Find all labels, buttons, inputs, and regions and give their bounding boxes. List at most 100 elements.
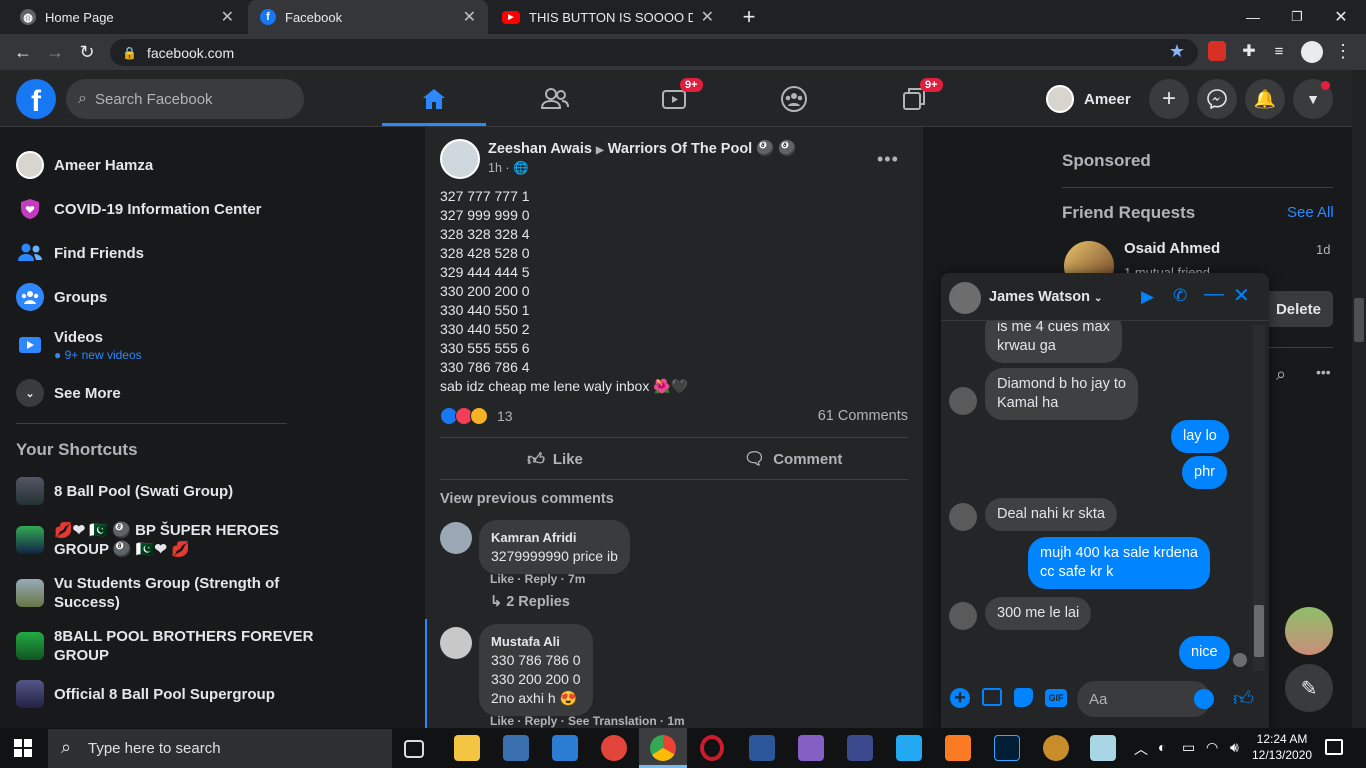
gif-icon[interactable]: GIF [1045,689,1067,707]
shortcut-item[interactable]: Official 8 Ball Pool Supergroup [16,679,275,709]
close-tab-icon[interactable]: ✕ [221,7,234,27]
shortcut-item[interactable]: 8 Ball Pool (Swati Group) [16,476,233,506]
view-replies[interactable]: ↳ 2 Replies [490,594,570,610]
messenger-button[interactable] [1197,79,1237,119]
reload-icon[interactable]: ↻ [74,39,100,65]
photo-icon[interactable] [982,688,1002,706]
sidebar-see-more[interactable]: ⌄ See More [16,378,121,408]
file-explorer-icon[interactable] [454,735,480,761]
opera-icon[interactable] [700,735,724,761]
post-author[interactable]: Zeeshan Awais [488,141,592,157]
tab-facebook[interactable]: f Facebook ✕ [248,0,488,34]
sidebar-item-covid[interactable]: COVID-19 Information Center [16,194,262,224]
like-button[interactable]: 👍︎ Like [440,441,670,477]
app-icon[interactable] [1090,735,1116,761]
avatar[interactable] [440,522,472,554]
extensions-puzzle-icon[interactable]: ✚ [1238,40,1260,62]
view-previous-comments[interactable]: View previous comments [440,491,614,507]
photoshop-icon[interactable] [994,735,1020,761]
nav-friends[interactable] [503,72,607,126]
store-icon[interactable] [503,735,529,761]
page-scrollbar-thumb[interactable] [1354,298,1364,342]
chat-head-avatar[interactable] [1285,607,1333,655]
message-input[interactable]: Aa [1077,681,1211,717]
tab-home-page[interactable]: ◍ Home Page ✕ [8,0,246,34]
create-button[interactable]: + [1149,79,1189,119]
emoji-icon[interactable] [1194,689,1214,709]
vscode-icon[interactable] [896,735,922,761]
back-icon[interactable]: ← [10,39,36,65]
tray-app-icon[interactable]: ◐ [1158,739,1166,755]
app-icon[interactable] [601,735,627,761]
shortcut-item[interactable]: 8BALL POOL BROTHERS FOREVER GROUP [16,626,313,666]
shortcut-item[interactable]: 💋❤ 🇵🇰 🎱 BP ŠUPER HEROES GROUP 🎱 🇵🇰❤ 💋 [16,520,279,560]
nav-home[interactable] [382,72,486,126]
sidebar-item-profile[interactable]: Ameer Hamza [16,150,153,180]
chrome-icon[interactable] [650,735,676,761]
taskbar-clock[interactable]: 12:24 AM 12/13/2020 [1252,731,1312,763]
restore-window-icon[interactable]: ❐ [1284,4,1310,30]
contacts-options-icon[interactable]: ••• [1316,364,1331,380]
comment-actions[interactable]: Like · Reply · See Translation · 1m [490,714,685,728]
sticker-icon[interactable] [1014,688,1033,707]
phone-call-icon[interactable]: ✆ [1173,286,1187,306]
search-input[interactable]: ⌕ Search Facebook [66,79,304,119]
sidebar-item-groups[interactable]: Groups [16,282,107,312]
tray-expand-icon[interactable]: ︿ [1134,739,1148,759]
close-tab-icon[interactable]: ✕ [463,7,476,27]
see-all-link[interactable]: See All [1287,204,1334,221]
post-timestamp[interactable]: 1h · 🌐 [488,161,529,176]
more-actions-icon[interactable]: + [950,687,970,709]
volume-icon[interactable]: 🔊︎ [1230,739,1239,756]
chrome-menu-icon[interactable]: ⋮ [1332,40,1354,62]
bookmark-star-icon[interactable]: ★ [1166,40,1188,62]
wifi-icon[interactable]: ◠ [1206,739,1218,756]
video-call-icon[interactable]: ▶ [1141,287,1154,307]
xampp-icon[interactable] [945,735,971,761]
page-scrollbar[interactable] [1352,70,1366,728]
comment-button[interactable]: 🗨︎ Comment [678,441,908,477]
comment-count[interactable]: 61 Comments [818,408,908,424]
dev-cpp-icon[interactable] [847,735,873,761]
post-group[interactable]: Warriors Of The Pool 🎱 🎱 [608,141,797,157]
nav-gaming[interactable]: 9+ [862,72,966,126]
game-icon[interactable] [1043,735,1069,761]
nav-groups[interactable] [742,72,846,126]
windows-start-icon[interactable] [14,739,32,757]
sidebar-item-videos[interactable]: Videos ● 9+ new videos [16,325,142,365]
notifications-button[interactable]: 🔔 [1245,79,1285,119]
battery-icon[interactable]: ▭ [1182,739,1195,756]
profile-button[interactable]: Ameer [1046,82,1146,116]
shortcut-item[interactable]: Vu Students Group (Strength of Success) [16,573,279,613]
tab-youtube[interactable]: ▶ THIS BUTTON IS SOOOO DANGE ✕ [490,0,726,34]
visual-studio-icon[interactable] [798,735,824,761]
profile-avatar-icon[interactable] [1301,41,1323,63]
avatar[interactable] [440,139,480,179]
forward-icon[interactable]: → [42,39,68,65]
new-message-button[interactable]: ✎ [1285,664,1333,712]
word-icon[interactable] [749,735,775,761]
thumbs-up-send-icon[interactable]: 👍︎ [1233,687,1254,711]
media-control-icon[interactable]: ≡ [1268,40,1290,62]
request-name[interactable]: Osaid Ahmed [1124,240,1220,257]
mail-icon[interactable] [552,735,578,761]
avatar[interactable] [440,627,472,659]
search-contacts-icon[interactable]: ⌕ [1276,364,1286,385]
close-tab-icon[interactable]: ✕ [701,7,714,27]
avatar[interactable] [949,282,981,314]
more-options-icon[interactable]: ••• [877,149,899,170]
task-view-icon[interactable] [404,740,424,758]
chat-contact[interactable]: James Watson ⌄ [989,289,1102,305]
chat-scrollbar-thumb[interactable] [1254,605,1264,657]
url-bar[interactable]: 🔒 facebook.com [110,39,1198,66]
extension-icon[interactable] [1208,41,1226,61]
comment-actions[interactable]: Like · Reply · 7m [490,572,585,586]
nav-watch[interactable]: 9+ [622,72,726,126]
sidebar-item-find-friends[interactable]: Find Friends [16,238,144,268]
minimize-chat-icon[interactable]: — [1204,283,1224,306]
facebook-logo-icon[interactable]: f [16,79,56,119]
taskbar-search-input[interactable]: ⌕ Type here to search [48,729,392,768]
close-chat-icon[interactable]: ✕ [1233,283,1250,308]
reactions-summary[interactable]: 13 [440,407,513,425]
new-tab-icon[interactable]: + [736,4,762,30]
